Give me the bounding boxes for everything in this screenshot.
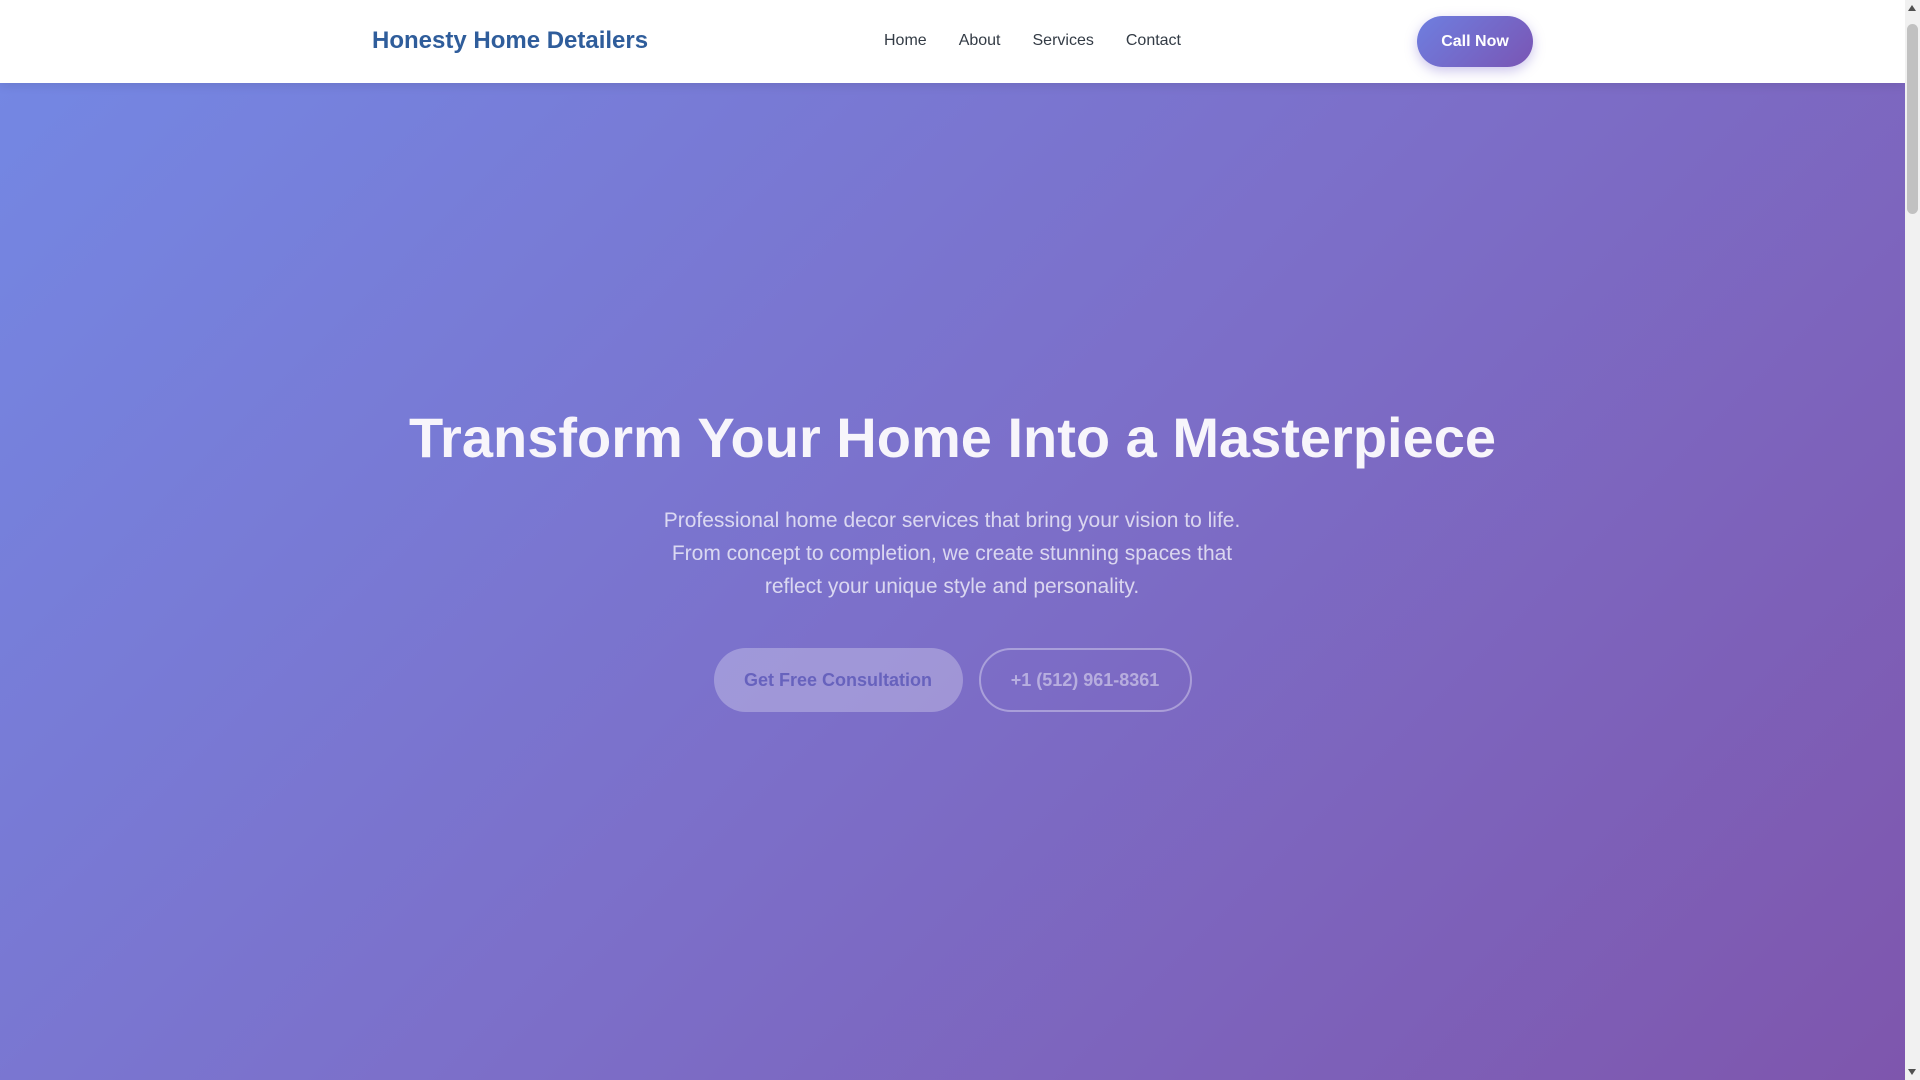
nav-link-services[interactable]: Services: [1033, 30, 1094, 52]
call-now-button[interactable]: Call Now: [1417, 16, 1533, 67]
vertical-scrollbar[interactable]: [1905, 0, 1920, 1080]
phone-number-button[interactable]: +1 (512) 961-8361: [978, 648, 1192, 712]
hero-button-row: Get Free Consultation +1 (512) 961-8361: [0, 648, 1905, 712]
scrollbar-thumb[interactable]: [1907, 24, 1918, 214]
nav-link-about[interactable]: About: [959, 30, 1001, 52]
scroll-up-arrow-icon[interactable]: [1908, 5, 1916, 11]
nav-link-contact[interactable]: Contact: [1126, 30, 1181, 52]
brand-logo-text[interactable]: Honesty Home Detailers: [372, 25, 648, 57]
hero-section: Transform Your Home Into a Masterpiece P…: [0, 83, 1905, 1080]
hero-subtitle: Professional home decor services that br…: [663, 509, 1241, 598]
main-nav: Home About Services Contact: [884, 30, 1181, 52]
nav-link-home[interactable]: Home: [884, 30, 927, 52]
hero-title: Transform Your Home Into a Masterpiece: [408, 406, 1497, 469]
page-viewport: Honesty Home Detailers Home About Servic…: [0, 0, 1905, 1080]
site-header: Honesty Home Detailers Home About Servic…: [0, 0, 1905, 83]
get-free-consultation-button[interactable]: Get Free Consultation: [713, 648, 963, 712]
scroll-down-arrow-icon[interactable]: [1908, 1069, 1916, 1075]
